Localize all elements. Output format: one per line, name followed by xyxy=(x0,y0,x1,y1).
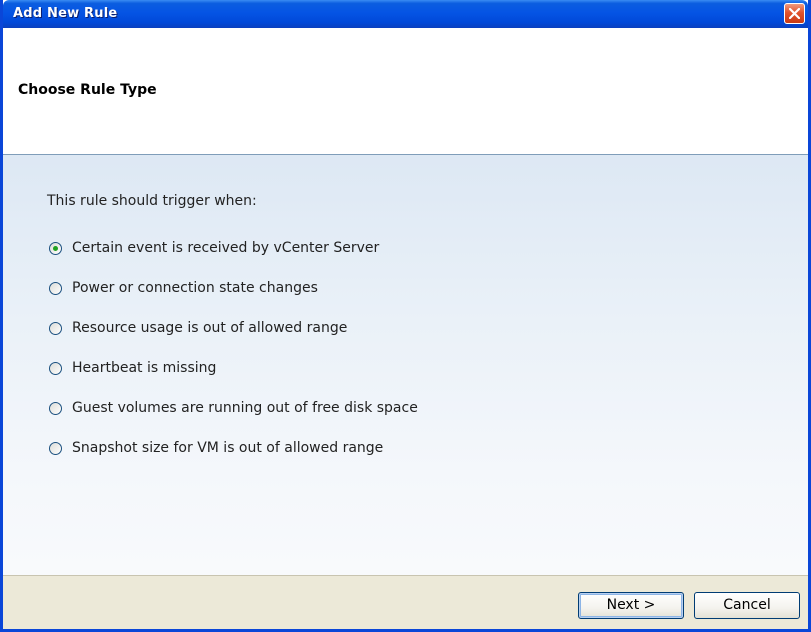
option-power-state[interactable]: Power or connection state changes xyxy=(49,277,318,299)
option-resource-usage[interactable]: Resource usage is out of allowed range xyxy=(49,317,347,339)
option-guest-volumes[interactable]: Guest volumes are running out of free di… xyxy=(49,397,418,419)
option-label[interactable]: Guest volumes are running out of free di… xyxy=(72,400,418,416)
add-new-rule-dialog: Add New Rule Choose Rule Type This rule … xyxy=(0,0,811,632)
cancel-button[interactable]: Cancel xyxy=(694,592,800,619)
page-title: Choose Rule Type xyxy=(18,82,157,98)
radio-button[interactable] xyxy=(49,441,62,455)
button-bar: Next > Cancel xyxy=(3,575,808,629)
option-certain-event[interactable]: Certain event is received by vCenter Ser… xyxy=(49,237,379,259)
option-label[interactable]: Snapshot size for VM is out of allowed r… xyxy=(72,440,383,456)
option-label[interactable]: Resource usage is out of allowed range xyxy=(72,320,347,336)
close-icon xyxy=(789,8,800,19)
radio-button[interactable] xyxy=(49,281,62,295)
window-title: Add New Rule xyxy=(13,6,118,21)
option-snapshot-size[interactable]: Snapshot size for VM is out of allowed r… xyxy=(49,437,383,459)
wizard-header: Choose Rule Type xyxy=(3,28,808,155)
option-label[interactable]: Power or connection state changes xyxy=(72,280,318,296)
trigger-prompt: This rule should trigger when: xyxy=(47,193,257,209)
title-bar[interactable]: Add New Rule xyxy=(3,0,808,28)
radio-button[interactable] xyxy=(49,321,62,335)
radio-button[interactable] xyxy=(49,241,62,255)
option-heartbeat-missing[interactable]: Heartbeat is missing xyxy=(49,357,216,379)
next-button[interactable]: Next > xyxy=(578,592,684,619)
close-button[interactable] xyxy=(784,3,805,24)
rule-type-panel: This rule should trigger when: Certain e… xyxy=(3,155,808,575)
radio-selected-dot xyxy=(53,245,58,251)
option-label[interactable]: Heartbeat is missing xyxy=(72,360,216,376)
radio-button[interactable] xyxy=(49,361,62,375)
radio-button[interactable] xyxy=(49,401,62,415)
option-label[interactable]: Certain event is received by vCenter Ser… xyxy=(72,240,379,256)
